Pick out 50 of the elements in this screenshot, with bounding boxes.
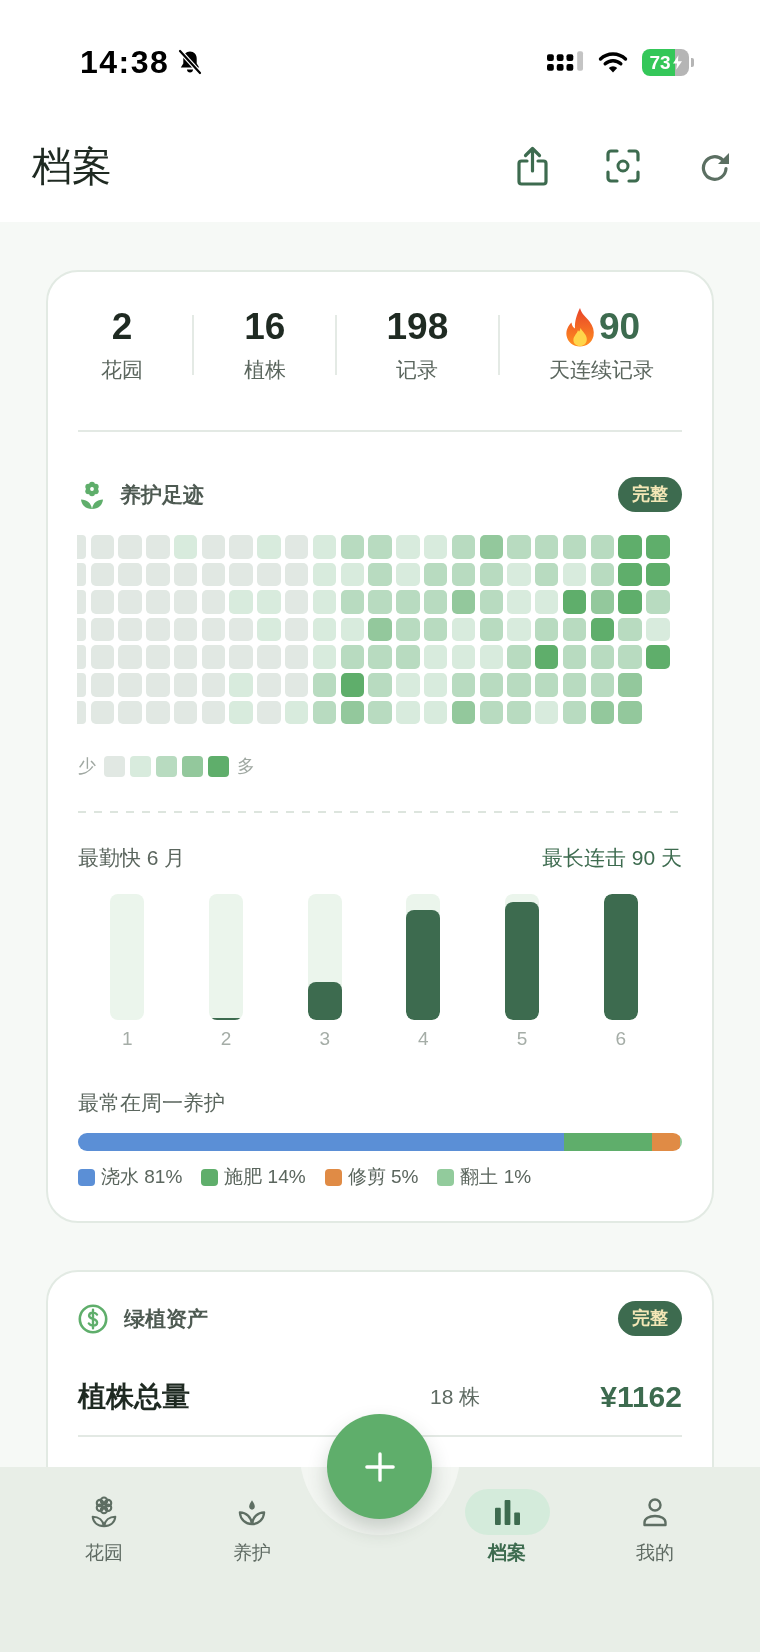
share-icon — [516, 146, 548, 186]
section-title: 养护足迹 — [120, 481, 204, 508]
legend-less-label: 少 — [78, 755, 96, 779]
month-label: 5 — [516, 1027, 528, 1052]
stat-value: 2 — [111, 305, 133, 349]
legend-label: 浇水 81% — [101, 1165, 183, 1190]
person-icon — [641, 1496, 669, 1528]
bar-chart-icon — [464, 1489, 550, 1535]
month-label: 2 — [220, 1027, 232, 1052]
dollar-icon — [78, 1303, 108, 1334]
battery-percent: 73 — [649, 50, 671, 75]
page-title: 档案 — [32, 143, 112, 190]
asset-value: ¥1162 — [600, 1380, 682, 1415]
stat-value: 90 — [598, 305, 641, 349]
flower-icon — [90, 1496, 118, 1528]
bell-slash-icon — [177, 49, 204, 75]
weekday-summary: 最常在周一养护 — [78, 1091, 226, 1116]
month-label: 1 — [122, 1027, 133, 1052]
month-label: 4 — [418, 1027, 429, 1052]
legend-label: 施肥 14% — [224, 1165, 306, 1190]
legend-label: 修剪 5% — [347, 1165, 419, 1190]
stat-label: 天连续记录 — [549, 357, 654, 383]
month-label: 6 — [615, 1027, 626, 1052]
flower-icon — [80, 479, 104, 510]
month-label: 3 — [319, 1027, 330, 1052]
nav-tab[interactable]: 档案 — [452, 1489, 562, 1565]
stat-value: 198 — [386, 305, 449, 349]
stat-label: 花园 — [101, 357, 143, 383]
status-badge: 完整 — [618, 1301, 682, 1337]
asset-count: 18 株 — [430, 1384, 481, 1411]
nav-tab[interactable]: 养护 — [197, 1489, 307, 1565]
most-active-month: 最勤快 6 月 — [78, 846, 186, 871]
plus-icon — [364, 1451, 395, 1482]
signal-icon — [547, 50, 584, 74]
status-time: 14:38 — [80, 44, 170, 80]
section-title: 绿植资产 — [124, 1305, 208, 1332]
month-bar — [307, 982, 342, 1021]
wifi-icon — [597, 50, 629, 74]
legend-more-label: 多 — [237, 755, 255, 779]
nav-tab[interactable]: 我的 — [600, 1489, 710, 1565]
longest-streak: 最长连击 90 天 — [541, 846, 682, 871]
nav-tab[interactable]: 花园 — [49, 1489, 159, 1565]
scan-icon — [606, 149, 640, 183]
bolt-icon — [672, 54, 682, 70]
stat-label: 记录 — [396, 357, 439, 383]
stat-label: 植株 — [243, 357, 286, 383]
legend-label: 翻土 1% — [460, 1165, 532, 1190]
status-badge: 完整 — [618, 477, 682, 512]
stat-value: 16 — [244, 305, 286, 349]
asset-name: 植株总量 — [78, 1380, 190, 1415]
